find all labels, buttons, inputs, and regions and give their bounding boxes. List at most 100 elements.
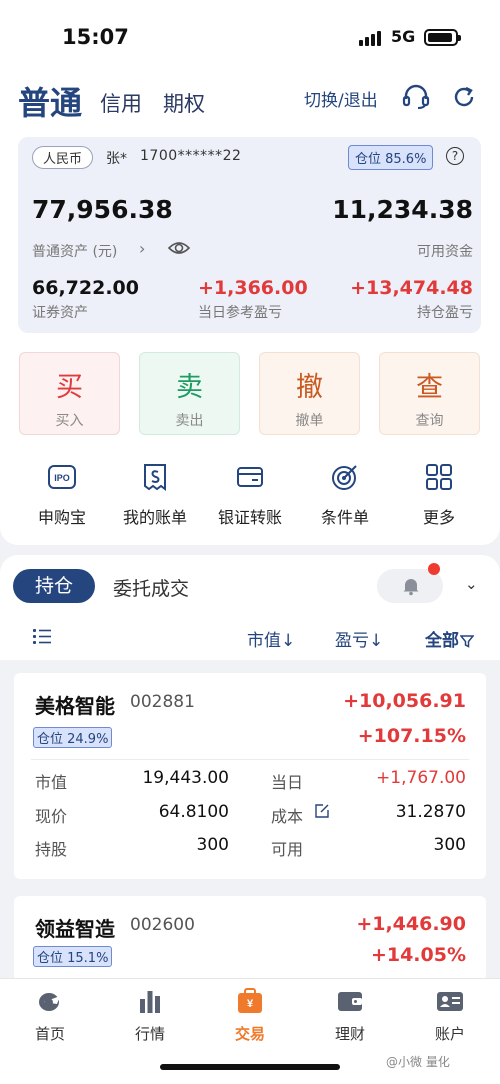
currency-chip[interactable]: 人民币: [32, 146, 94, 169]
price-label: 现价: [35, 807, 68, 826]
price-value: 64.8100: [158, 802, 229, 822]
bank-transfer-label: 银证转账: [217, 508, 282, 527]
nav-wealth-label: 理财: [334, 1025, 365, 1043]
today-pnl-value: +1,366.00: [198, 277, 308, 299]
cancel-order-button[interactable]: 撤 撤单: [259, 352, 360, 435]
nav-home-label: 首页: [34, 1025, 65, 1043]
stock-name: 领益智造: [35, 917, 115, 941]
account-name: 张*: [106, 151, 127, 167]
filter-label: 全部: [425, 631, 459, 651]
bill-label: 我的账单: [122, 508, 187, 527]
position-ratio-badge: 仓位 85.6%: [348, 145, 434, 170]
svg-text:¥: ¥: [247, 998, 254, 1010]
bill-icon: [144, 464, 166, 491]
wallet-icon: [338, 992, 362, 1011]
headset-icon[interactable]: [402, 84, 430, 110]
query-glyph: 查: [416, 372, 443, 403]
card-icon: [237, 467, 263, 487]
nav-wealth[interactable]: 理财: [310, 987, 390, 1044]
today-pnl-label: 当日参考盈亏: [198, 305, 282, 321]
nav-account[interactable]: 账户: [410, 987, 490, 1044]
total-assets-label[interactable]: 普通资产 (元): [32, 241, 117, 261]
edit-icon[interactable]: [314, 803, 330, 819]
nav-home[interactable]: 首页: [10, 987, 90, 1044]
holdings-header: 持仓 委托成交 ⌄ 市值↓ 盈亏↓ 全部: [0, 555, 500, 660]
svg-text:IPO: IPO: [54, 473, 70, 483]
stock-position-badge: 仓位 24.9%: [33, 727, 113, 748]
stock-pnl-percent: +14.05%: [370, 944, 466, 966]
sell-glyph: 卖: [176, 372, 203, 403]
holding-pnl: +13,474.48 持仓盈亏: [350, 277, 473, 322]
sort-pnl[interactable]: 盈亏↓: [335, 626, 383, 651]
tab-orders-trades[interactable]: 委托成交: [113, 574, 189, 601]
nav-trade[interactable]: ¥ 交易: [210, 987, 290, 1044]
help-icon[interactable]: ?: [446, 147, 464, 165]
holding-card[interactable]: 美格智能 002881 +10,056.91 仓位 24.9% +107.15%…: [14, 673, 486, 879]
holding-pnl-label: 持仓盈亏: [417, 305, 473, 321]
account-number: 1700******22: [140, 148, 242, 164]
tab-holdings[interactable]: 持仓: [13, 569, 95, 603]
switch-logout-button[interactable]: 切换/退出: [304, 86, 378, 111]
stock-pnl: +10,056.91: [343, 690, 466, 712]
chevron-down-icon[interactable]: ⌄: [465, 575, 478, 593]
sell-label: 卖出: [175, 413, 204, 429]
query-label: 查询: [415, 413, 444, 429]
bell-icon: [403, 579, 419, 596]
today-value: +1,767.00: [376, 768, 466, 788]
ipo-subscribe-action[interactable]: IPO 申购宝: [12, 462, 112, 528]
stock-name: 美格智能: [35, 694, 115, 718]
refresh-icon[interactable]: [451, 84, 477, 110]
query-button[interactable]: 查 查询: [379, 352, 480, 435]
grid-icon: [426, 464, 452, 490]
available-funds-value: 11,234.38: [332, 195, 473, 224]
target-icon: [332, 465, 357, 490]
more-label: 更多: [422, 508, 455, 527]
available-label: 可用: [271, 840, 304, 859]
sort-market-value[interactable]: 市值↓: [247, 626, 295, 651]
network-type: 5G: [391, 27, 416, 46]
buy-button[interactable]: 买 买入: [19, 352, 120, 435]
sell-button[interactable]: 卖 卖出: [139, 352, 240, 435]
more-action[interactable]: 更多: [389, 462, 489, 528]
holding-card[interactable]: 领益智造 002600 +1,446.90 仓位 15.1% +14.05%: [14, 896, 486, 981]
available-funds-label: 可用资金: [417, 244, 473, 260]
watermark: @小微 量化: [386, 1055, 450, 1069]
securities-assets: 66,722.00 证券资产: [32, 277, 139, 322]
eye-icon[interactable]: [168, 239, 190, 257]
nav-market[interactable]: 行情: [110, 987, 190, 1044]
divider: [31, 759, 469, 760]
status-time: 15:07: [62, 25, 129, 49]
holding-pnl-value: +13,474.48: [350, 277, 473, 299]
stock-code: 002881: [130, 692, 195, 712]
filter-all[interactable]: 全部: [425, 626, 475, 651]
filter-icon: [459, 635, 475, 648]
today-label: 当日: [271, 773, 304, 792]
bar-chart-icon: [140, 991, 160, 1013]
stock-pnl: +1,446.90: [356, 913, 466, 935]
securities-assets-value: 66,722.00: [32, 277, 139, 299]
bank-transfer-action[interactable]: 银证转账: [200, 462, 300, 528]
asset-summary-card: 人民币 张* 1700******22 仓位 85.6% ? 77,956.38…: [18, 137, 481, 333]
my-bill-action[interactable]: 我的账单: [105, 462, 205, 528]
cancel-label: 撤单: [295, 413, 324, 429]
stock-pnl-percent: +107.15%: [357, 725, 466, 747]
cancel-glyph: 撤: [296, 372, 323, 403]
id-card-icon: [437, 992, 463, 1011]
stock-code: 002600: [130, 915, 195, 935]
securities-assets-label: 证券资产: [32, 305, 88, 321]
tab-normal[interactable]: 普通: [18, 78, 82, 124]
conditional-order-action[interactable]: 条件单: [295, 462, 395, 528]
total-assets-value: 77,956.38: [32, 195, 173, 224]
tab-options[interactable]: 期权: [163, 88, 205, 118]
list-icon[interactable]: [33, 628, 51, 644]
stock-position-badge: 仓位 15.1%: [33, 946, 113, 967]
nav-trade-label: 交易: [234, 1025, 265, 1043]
tab-credit[interactable]: 信用: [100, 88, 142, 118]
shares-value: 300: [196, 835, 229, 855]
trade-icon: ¥: [238, 988, 262, 1013]
chevron-right-icon[interactable]: ›: [139, 239, 145, 258]
buy-glyph: 买: [56, 372, 83, 403]
home-icon: [39, 993, 60, 1011]
status-bar: 15:07 5G: [0, 22, 500, 52]
home-indicator[interactable]: [160, 1064, 340, 1070]
